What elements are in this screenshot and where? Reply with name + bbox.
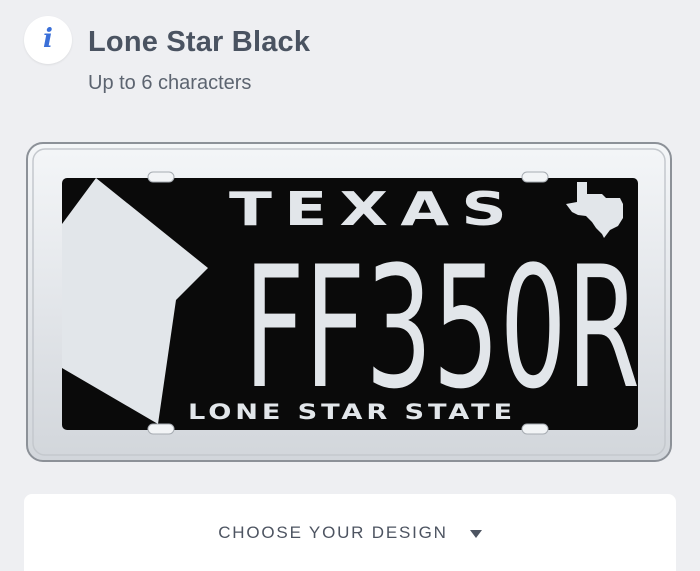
choose-design-label: CHOOSE YOUR DESIGN [218,522,448,542]
caret-down-icon [469,530,482,538]
license-plate-preview: TEXAS FF350R LONE STAR STATE [26,142,672,462]
plate-number: FF350R [244,230,640,426]
mount-slot-top-left [147,171,175,183]
plate-state-name: TEXAS [229,182,519,236]
character-limit-note: Up to 6 characters [88,72,252,94]
info-button[interactable]: i [24,16,72,64]
plate-slogan: LONE STAR STATE [188,400,516,424]
page-title: Lone Star Black [88,26,311,58]
mount-slot-bottom-left [147,423,175,435]
info-icon: i [43,24,53,54]
choose-design-dropdown[interactable]: CHOOSE YOUR DESIGN [24,494,676,571]
mount-slot-top-right [521,171,549,183]
